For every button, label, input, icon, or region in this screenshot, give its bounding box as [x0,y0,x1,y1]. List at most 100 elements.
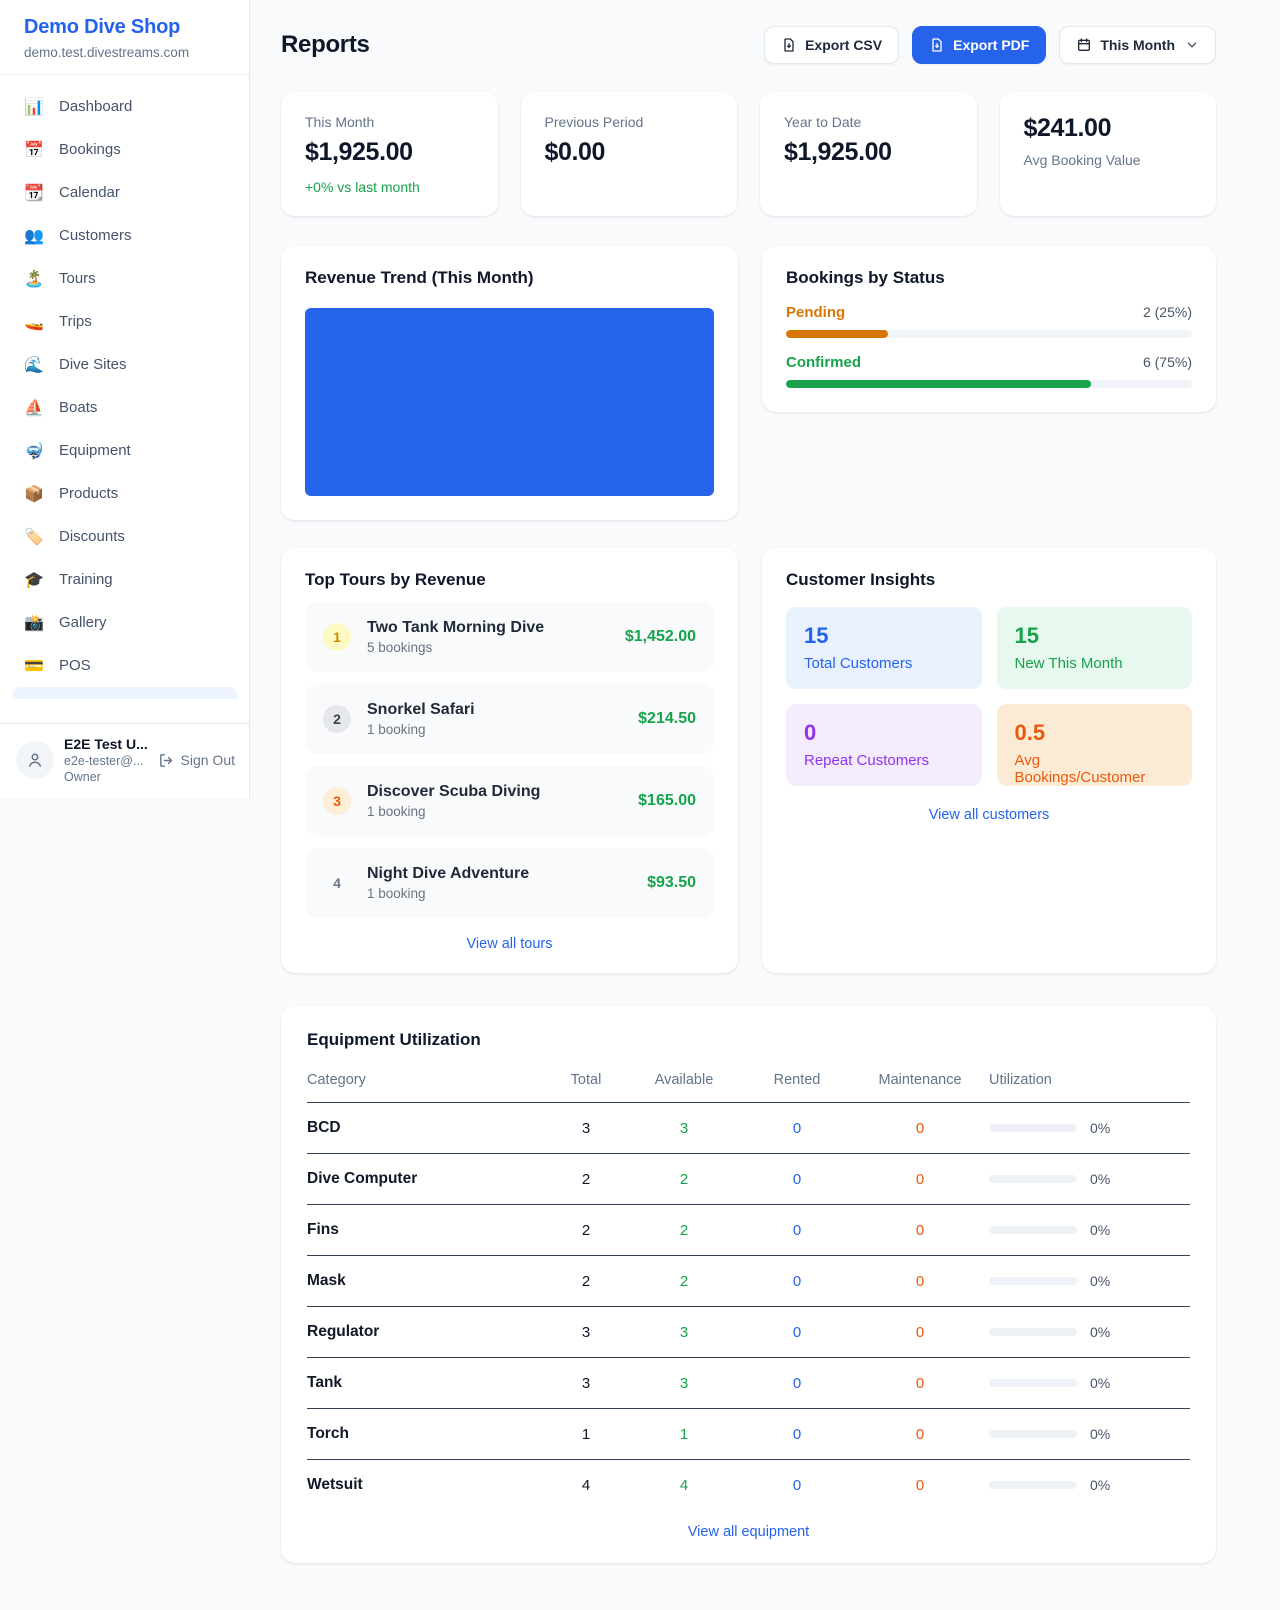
sidebar-item-label: Tours [59,270,96,287]
row-lists: Top Tours by Revenue 1 Two Tank Morning … [281,548,1216,973]
sidebar-item-equipment[interactable]: 🤿 Equipment [12,429,237,472]
pos-icon: 💳 [24,656,44,676]
sidebar-item-label: Products [59,485,118,502]
products-icon: 📦 [24,484,44,504]
sidebar-item-discounts[interactable]: 🏷️ Discounts [12,515,237,558]
cell-utilization: 0% [989,1358,1190,1409]
cell-maintenance: 0 [851,1460,989,1507]
utilization-bar [989,1379,1077,1387]
sidebar-nav: 📊 Dashboard 📅 Bookings 📆 Calendar 👥 Cust… [0,75,249,723]
cell-total: 4 [547,1460,625,1507]
tile-repeat-customers: 0 Repeat Customers [786,704,982,786]
revenue-trend-title: Revenue Trend (This Month) [305,268,714,288]
sidebar-item-gallery[interactable]: 📸 Gallery [12,601,237,644]
user-email: e2e-tester@... [64,754,148,768]
sidebar-item-customers[interactable]: 👥 Customers [12,214,237,257]
utilization-bar [989,1226,1077,1234]
view-all-equipment-link[interactable]: View all equipment [688,1524,809,1540]
utilization-bar [989,1430,1077,1438]
sidebar-item-label: Calendar [59,184,120,201]
export-csv-button[interactable]: Export CSV [764,26,899,64]
cell-category: Mask [307,1256,547,1307]
sidebar-item-calendar[interactable]: 📆 Calendar [12,171,237,214]
cell-available: 3 [625,1103,743,1154]
export-csv-label: Export CSV [805,37,882,53]
view-all-customers-link[interactable]: View all customers [929,807,1050,823]
sidebar-item-products[interactable]: 📦 Products [12,472,237,515]
tours-icon: 🏝️ [24,269,44,289]
cell-utilization: 0% [989,1409,1190,1460]
tile-avg-bookings: 0.5 Avg Bookings/Customer [997,704,1193,786]
person-icon [26,751,44,769]
utilization-bar [989,1277,1077,1285]
user-info: E2E Test U... e2e-tester@... Owner [64,736,148,784]
stat-card-avg-booking-value: $241.00 Avg Booking Value [1000,92,1217,216]
table-row: Wetsuit 4 4 0 0 0% [307,1460,1190,1507]
utilization-percent: 0% [1090,1426,1110,1442]
sign-out-button[interactable]: Sign Out [158,752,235,769]
tour-bookings: 1 booking [367,886,529,901]
sidebar-item-reports-partial[interactable] [12,687,237,699]
user-name: E2E Test U... [64,736,148,752]
cell-maintenance: 0 [851,1307,989,1358]
equipment-icon: 🤿 [24,441,44,461]
discounts-icon: 🏷️ [24,527,44,547]
utilization-percent: 0% [1090,1120,1110,1136]
revenue-trend-card: Revenue Trend (This Month) [281,246,738,520]
sidebar-item-bookings[interactable]: 📅 Bookings [12,128,237,171]
cell-available: 3 [625,1307,743,1358]
sidebar-item-dashboard[interactable]: 📊 Dashboard [12,85,237,128]
sidebar-item-pos[interactable]: 💳 POS [12,644,237,687]
tour-name: Two Tank Morning Dive [367,619,544,637]
sidebar-item-trips[interactable]: 🚤 Trips [12,300,237,343]
sidebar-item-label: Bookings [59,141,121,158]
shop-name: Demo Dive Shop [24,16,225,39]
calendar-icon [1076,37,1092,53]
column-header: Available [625,1062,743,1103]
cell-utilization: 0% [989,1205,1190,1256]
export-pdf-button[interactable]: Export PDF [912,26,1046,64]
stat-card-year-to-date: Year to Date $1,925.00 [760,92,977,216]
utilization-bar [989,1175,1077,1183]
tile-label: New This Month [1015,655,1175,672]
cell-utilization: 0% [989,1307,1190,1358]
cell-maintenance: 0 [851,1358,989,1409]
cell-maintenance: 0 [851,1409,989,1460]
status-row-confirmed: Confirmed 6 (75%) [786,354,1192,388]
user-role: Owner [64,770,148,784]
view-all-customers-wrap: View all customers [786,806,1192,824]
stat-delta: +0% vs last month [305,179,474,195]
cell-available: 1 [625,1409,743,1460]
sidebar-item-dive-sites[interactable]: 🌊 Dive Sites [12,343,237,386]
sidebar-item-label: POS [59,657,91,674]
rank-badge: 4 [323,869,351,897]
top-tours-title: Top Tours by Revenue [305,570,714,590]
view-all-tours-link[interactable]: View all tours [467,936,553,952]
gallery-icon: 📸 [24,613,44,633]
tour-revenue: $93.50 [647,874,696,892]
sidebar-item-tours[interactable]: 🏝️ Tours [12,257,237,300]
rank-badge: 2 [323,705,351,733]
cell-category: Torch [307,1409,547,1460]
tile-new-this-month: 15 New This Month [997,607,1193,689]
tour-revenue: $1,452.00 [625,628,696,646]
page-header: Reports Export CSV Export PDF This Month [281,26,1216,64]
revenue-trend-bar [305,308,714,496]
period-dropdown[interactable]: This Month [1059,26,1216,64]
utilization-percent: 0% [1090,1273,1110,1289]
stat-card-previous-period: Previous Period $0.00 [521,92,738,216]
sidebar-item-label: Dive Sites [59,356,127,373]
column-header: Utilization [989,1062,1190,1103]
tour-revenue: $214.50 [638,710,696,728]
customer-insights-card: Customer Insights 15 Total Customers 15 … [762,548,1216,973]
user-panel: E2E Test U... e2e-tester@... Owner Sign … [0,723,249,798]
stats-row: This Month $1,925.00 +0% vs last month P… [281,92,1216,216]
progress-track [786,380,1192,388]
table-row: BCD 3 3 0 0 0% [307,1103,1190,1154]
tile-label: Avg Bookings/Customer [1015,752,1175,786]
sidebar-item-boats[interactable]: ⛵ Boats [12,386,237,429]
utilization-percent: 0% [1090,1375,1110,1391]
shop-domain: demo.test.divestreams.com [24,45,225,60]
sidebar-item-training[interactable]: 🎓 Training [12,558,237,601]
sidebar-item-label: Discounts [59,528,125,545]
